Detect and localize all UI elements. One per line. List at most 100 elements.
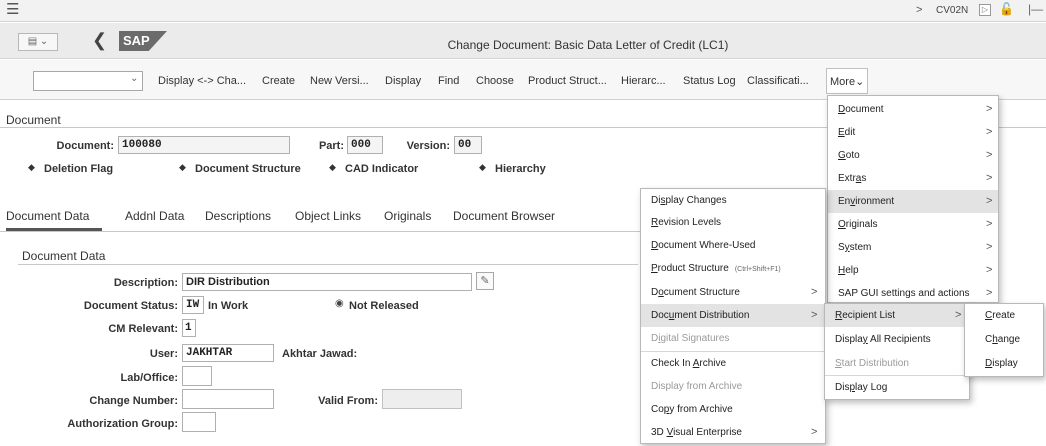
authorization-group-field[interactable] [182,412,216,432]
menu-item-check-in-archive[interactable]: Check In Archive [641,352,825,375]
cm-relevant-label: CM Relevant: [108,323,178,335]
shortcut-text: (Ctrl+Shift+F1) [734,266,781,273]
menu-item-originals[interactable]: Originals > [828,213,998,236]
cm-relevant-field[interactable]: 1 [182,319,196,337]
deletion-flag-label: Deletion Flag [44,163,114,175]
tab-descriptions[interactable]: Descriptions [205,209,271,223]
chevron-right-icon: > [811,286,818,298]
user-label: User: [149,348,178,360]
menu-item-display[interactable]: Display [965,352,1043,375]
chevron-down-icon[interactable]: ⌄ [130,73,138,84]
tab-originals[interactable]: Originals [384,209,431,223]
application-toolbar [0,60,1046,100]
transaction-arrow-icon[interactable]: > [916,4,922,16]
menu-item-display-changes[interactable]: Display Changes [641,189,825,212]
menu-item-product-structure[interactable]: Product Structure (Ctrl+Shift+F1) [641,257,825,280]
create-button[interactable]: Create [262,75,295,87]
hierarchy-flag-label: Hierarchy [495,163,546,175]
chevron-right-icon: > [986,172,993,184]
document-distribution-submenu: Recipient List > Display All Recipients S… [824,303,970,400]
valid-from-field [382,389,462,409]
menu-item-goto[interactable]: Goto > [828,144,998,167]
menu-item-sap-gui-settings[interactable]: SAP GUI settings and actions > [828,282,998,305]
authorization-group-label: Authorization Group: [67,418,178,430]
part-label: Part: [318,140,344,152]
new-version-button[interactable]: New Versi... [310,75,369,87]
chevron-right-icon: > [986,287,993,299]
chevron-right-icon: > [986,195,993,207]
menu-item-document-structure[interactable]: Document Structure > [641,281,825,304]
part-field[interactable]: 000 [347,136,383,154]
document-number-field[interactable]: 100080 [118,136,290,154]
more-button[interactable]: More⌄ [826,68,868,94]
play-icon[interactable]: ▷ [979,4,991,16]
status-log-button[interactable]: Status Log [683,75,736,87]
menu-item-document-where-used[interactable]: Document Where-Used [641,234,825,257]
menu-item-3d-visual-enterprise[interactable]: 3D Visual Enterprise > [641,421,825,444]
chevron-right-icon: > [986,103,993,115]
hierarchy-flag-icon: ◆ [479,162,486,172]
document-section-title: Document [6,113,61,127]
change-number-field[interactable] [182,389,274,409]
product-structure-button[interactable]: Product Struct... [528,75,607,87]
menu-item-change[interactable]: Change [965,328,1043,351]
lock-icon[interactable]: 🔓 [999,2,1014,16]
menu-item-edit[interactable]: Edit > [828,121,998,144]
hierarchy-button[interactable]: Hierarc... [621,75,666,87]
tab-document-browser[interactable]: Document Browser [453,209,555,223]
document-structure-flag-icon: ◆ [179,162,186,172]
deletion-flag-icon: ◆ [28,162,35,172]
chevron-right-icon: > [986,241,993,253]
more-label: More [830,76,856,88]
menu-item-document[interactable]: Document > [828,98,998,121]
document-status-label: Document Status: [83,300,178,312]
hamburger-menu-icon[interactable]: ☰ [6,2,19,18]
not-released-text: Not Released [349,300,419,312]
tab-object-links[interactable]: Object Links [295,209,361,223]
cad-indicator-flag-label: CAD Indicator [345,163,419,175]
divider [18,264,638,265]
menu-item-help[interactable]: Help > [828,259,998,282]
menu-item-display-all-recipients[interactable]: Display All Recipients [825,328,969,351]
description-label: Description: [113,277,178,289]
menu-item-extras[interactable]: Extras > [828,167,998,190]
toolbar-select[interactable] [33,71,143,91]
classification-button[interactable]: Classificati... [747,75,809,87]
menu-item-digital-signatures: Digital Signatures [651,333,730,344]
menu-item-revision-levels[interactable]: Revision Levels [641,211,825,234]
version-label: Version: [406,140,450,152]
tab-document-data[interactable]: Document Data [6,209,89,223]
menu-item-display-from-archive: Display from Archive [651,381,743,392]
menu-item-create[interactable]: Create [965,304,1043,327]
menu-item-document-distribution[interactable]: Document Distribution > [641,304,825,327]
menu-item-system[interactable]: System > [828,236,998,259]
lab-office-field[interactable] [182,366,212,386]
display-button[interactable]: Display [385,75,421,87]
user-field[interactable]: JAKHTAR [182,344,274,362]
description-field[interactable]: DIR Distribution [182,273,472,291]
environment-submenu: Display Changes Revision Levels Document… [640,188,826,444]
more-menu: Document > Edit > Goto > Extras > Environmen… [827,95,999,303]
menu-item-recipient-list[interactable]: Recipient List > [825,304,969,327]
minimize-icon[interactable]: |— [1028,2,1043,16]
system-bar [0,0,1046,22]
menu-item-environment[interactable]: Environment > [828,190,998,213]
document-data-section-title: Document Data [22,249,106,263]
choose-button[interactable]: Choose [476,75,514,87]
document-structure-flag-label: Document Structure [195,163,301,175]
active-tab-indicator [6,228,102,231]
recipient-list-submenu: Create Change Display [964,303,1044,377]
display-change-toggle-button[interactable]: Display <-> Cha... [158,75,246,87]
menu-item-display-log[interactable]: Display Log [825,376,969,399]
tab-addnl-data[interactable]: Addnl Data [125,209,184,223]
chevron-right-icon: > [955,309,962,321]
lab-office-label: Lab/Office: [120,372,178,384]
long-text-edit-icon[interactable]: ✎ [476,272,494,290]
version-field[interactable]: 00 [454,136,482,154]
transaction-code: CV02N [936,5,969,16]
cad-indicator-flag-icon: ◆ [329,162,336,172]
status-code-field[interactable]: IW [182,296,204,314]
menu-item-copy-from-archive[interactable]: Copy from Archive [641,398,825,421]
find-button[interactable]: Find [438,75,459,87]
change-number-label: Change Number: [89,395,178,407]
